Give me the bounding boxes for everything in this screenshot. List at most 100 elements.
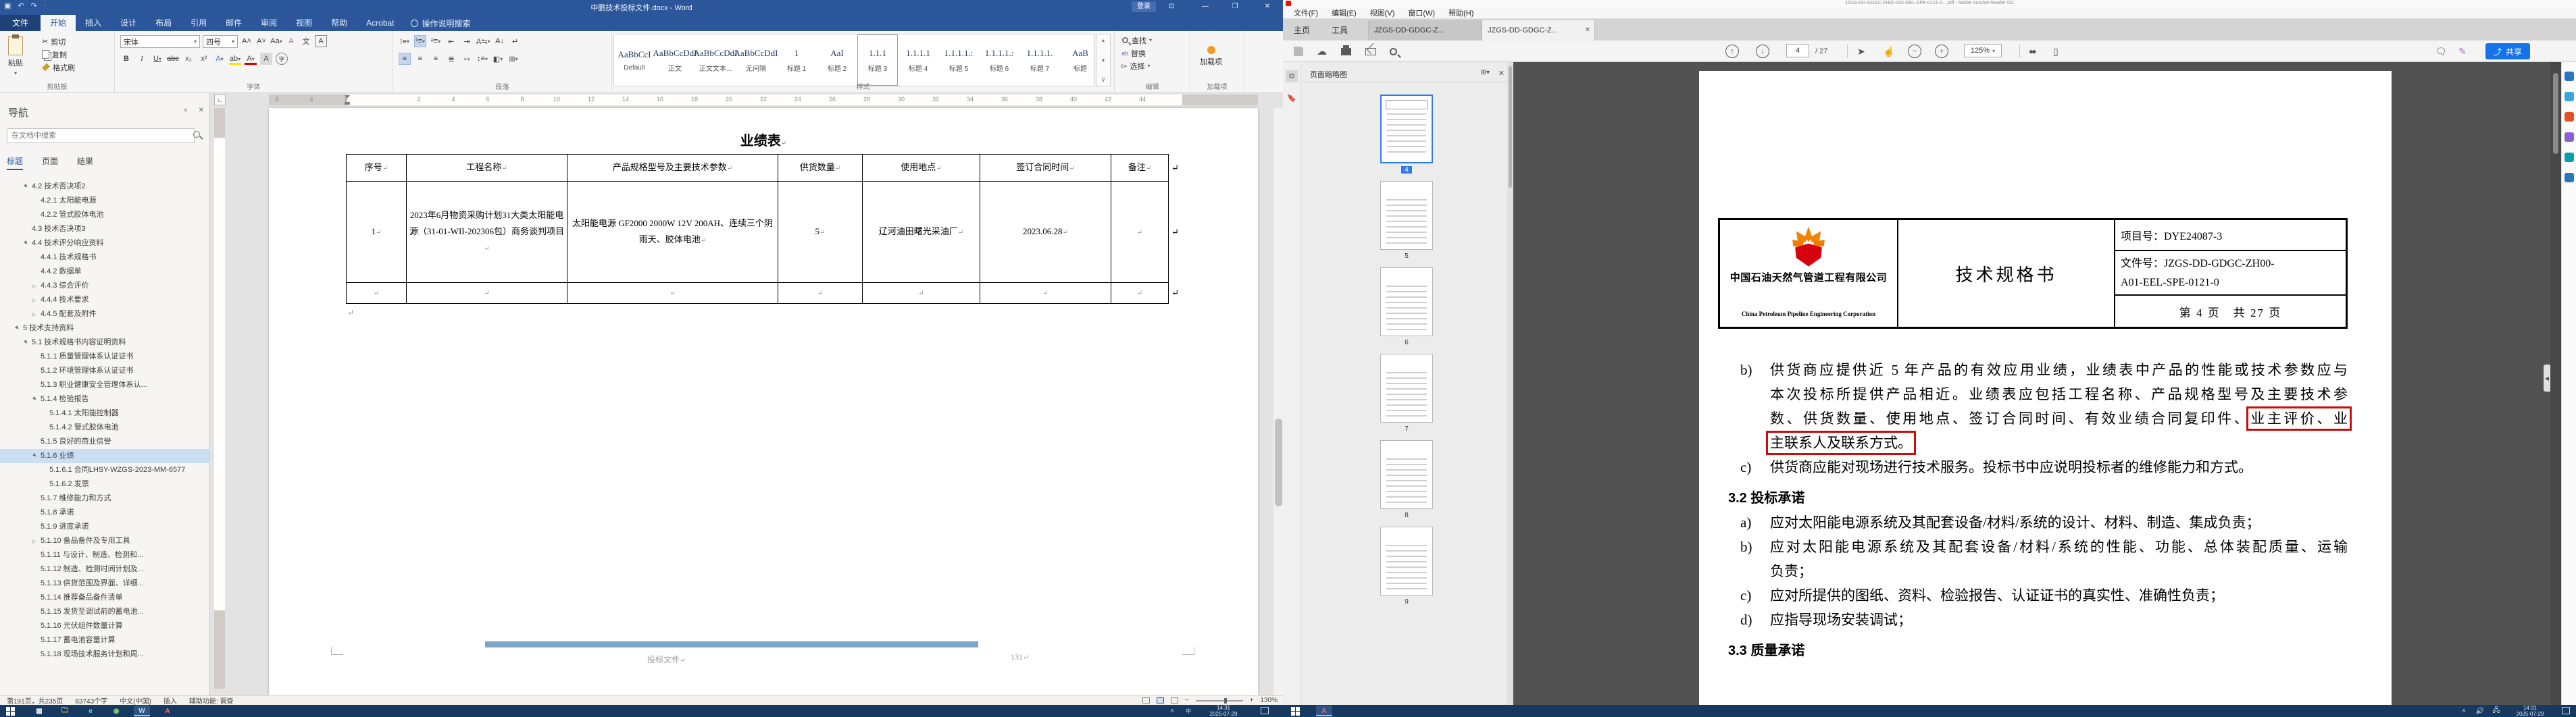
nav-options-icon[interactable]: ˅ [184,107,188,114]
nav-tree-item[interactable]: 4.3 技术否决项3 [0,222,209,236]
nav-close-icon[interactable]: ✕ [199,107,204,114]
table-header-cell[interactable]: 供货数量↵ [778,154,863,182]
select-tool-icon[interactable]: ➤ [1857,44,1865,59]
table-cell[interactable]: ↵ [1111,282,1169,304]
addins-button[interactable]: 加载项 [1194,32,1228,80]
superscript-button[interactable]: x² [198,53,210,65]
ribbon-tab-布局[interactable]: 布局 [146,15,181,31]
ribbon-tab-设计[interactable]: 设计 [111,15,146,31]
vertical-ruler[interactable] [214,108,225,689]
nav-tab-结果[interactable]: 结果 [77,155,93,170]
minimize-button[interactable]: — [1195,0,1215,14]
nav-tree-item[interactable]: 5.1.4.1 太阳能控制器 [0,406,209,421]
nav-tree-item[interactable]: ▶ 5 技术支持资料 [0,321,209,336]
print-layout-icon[interactable] [1156,697,1164,703]
font-color-button[interactable]: A ▾ [245,53,257,65]
nav-tree-item[interactable]: 5.1.17 蓄电池容量计算 [0,633,209,647]
tray-expand-icon-2[interactable]: ˄ [2459,706,2469,716]
nav-tree-item[interactable]: 5.1.13 供货范围及界面、详细... [0,577,209,591]
nav-tree-item[interactable]: 5.1.9 进度承诺 [0,520,209,534]
decrease-indent-button[interactable]: ⇤ [445,35,457,47]
asian-layout-button[interactable]: A⇋ ▾ [476,35,490,47]
print-icon[interactable] [1341,44,1351,59]
style-无间隔[interactable]: AaBbCcDdI 无间隔 [734,34,778,86]
document-tab[interactable]: JZGS-DD-GDGC-Z... ✕ [1482,20,1596,41]
style-正文[interactable]: AaBbCcDdI 正文 [653,34,697,86]
table-cell[interactable]: ↵ [1111,181,1169,283]
tree-toggle-icon[interactable]: ▶ [20,237,34,250]
nav-tree-item[interactable]: 5.1.16 光伏组件数量计算 [0,619,209,633]
pdf-scrollbar-thumb[interactable] [2553,73,2558,154]
action-center-icon-2[interactable] [2562,707,2570,714]
style-标题 6[interactable]: 1.1.1.1.: 标题 6 [979,34,1019,86]
nav-tree-item[interactable]: 4.4.2 数据单 [0,265,209,279]
language-status[interactable]: 中文(中国) [120,695,151,706]
tree-toggle-icon[interactable]: ▶ [28,393,43,406]
table-header-cell[interactable]: 备注↵ [1111,154,1169,182]
zoom-in-icon[interactable]: + [1250,697,1254,704]
table-header-cell[interactable]: 签订合同时间↵ [980,154,1111,182]
style-gallery-arrows[interactable]: ▴ ▾ ⊽ [1096,34,1111,86]
zoom-level-combo[interactable]: 125% ▾ [1964,44,2002,57]
italic-button[interactable]: I [136,53,148,65]
page-thumbnails-icon[interactable]: ⧉ [1286,70,1298,82]
clock-left[interactable]: 14:31 2025-07-29 [1203,705,1244,717]
mail-icon[interactable] [1365,44,1376,59]
page-thumbnail-9[interactable] [1380,527,1433,595]
read-mode-icon[interactable] [1142,697,1150,703]
table-cell[interactable]: ↵ [346,282,407,304]
nav-tree-item[interactable]: ▷ 4.4.5 配套及附件 [0,307,209,321]
login-button[interactable]: 登录 [1132,1,1156,12]
change-case-button[interactable]: Aa ▾ [270,35,282,47]
nav-tree-item[interactable]: 5.1.15 发货至调试前的蓄电池... [0,605,209,619]
table-cell[interactable]: ↵ [862,282,980,304]
ribbon-tab-视图[interactable]: 视图 [286,15,322,31]
tab-close-icon[interactable]: ✕ [1585,20,1590,41]
fill-sign-icon[interactable] [2565,173,2574,182]
table-header-cell[interactable]: 序号↵ [346,154,407,182]
share-button[interactable]: ⤴ 共享 [2485,43,2531,59]
ribbon-tab-开始[interactable]: 开始 [41,15,76,31]
strikethrough-button[interactable]: abc [167,53,179,65]
font-name-combo[interactable]: 宋体 ▾ [120,35,200,48]
nav-tree-item[interactable]: 5.1.6.1 合同LHSY-WZGS-2023-MM-6577 [0,463,209,477]
task-view-icon[interactable]: ▦ [31,706,47,716]
line-spacing-button[interactable]: ↕≡ ▾ [476,53,488,65]
ribbon-tab-邮件[interactable]: 邮件 [216,15,251,31]
next-page-button[interactable]: ↓ [1756,44,1769,59]
page-count-status[interactable]: 第191页，共235页 [7,695,63,706]
accessibility-status[interactable]: 辅助功能: 调查 [189,695,234,706]
table-cell[interactable]: ↵ [567,282,778,304]
nav-tree-item[interactable]: 5.1.7 维修能力和方式 [0,492,209,506]
tools-pane-toggle[interactable]: ◀ [2544,365,2550,392]
search-icon[interactable] [193,131,200,138]
nav-tree-item[interactable]: ▷ 4.4.3 综合评价 [0,279,209,293]
document-scrollbar[interactable] [1273,108,1283,695]
panel-scrollbar[interactable] [1507,62,1513,705]
ribbon-tab-Acrobat[interactable]: Acrobat [357,15,403,31]
style-标题 1[interactable]: 1 标题 1 [776,34,817,86]
restore-button[interactable]: ❐ [1225,0,1245,14]
justify-button[interactable]: ≣ [445,53,457,65]
replace-button[interactable]: ab 替换 [1121,47,1152,59]
insert-mode-status[interactable]: 插入 [163,695,177,706]
align-left-button[interactable]: ≡ [399,53,411,65]
nav-tree-item[interactable]: ▶ 5.1.6 业绩 [0,449,209,463]
close-button[interactable]: ✕ [1257,0,1278,14]
comment-icon[interactable]: 🗨 [2435,44,2447,59]
create-pdf-icon[interactable] [2565,92,2574,101]
edit-pdf-icon[interactable] [2565,112,2574,122]
table-cell[interactable]: 辽河油田曙光采油厂↵ [862,181,980,283]
page-thumbnail-6[interactable] [1380,267,1433,336]
zoom-slider[interactable] [1195,697,1243,703]
tray-expand-icon[interactable]: ˄ [1167,706,1177,716]
page-thumbnail-4[interactable] [1380,95,1433,163]
page-number-input[interactable]: 4 [1786,44,1809,57]
multilevel-list-button[interactable]: ᵃ≡ ▾ [430,35,442,47]
zoom-in-icon[interactable]: + [1935,44,1948,59]
tree-toggle-icon[interactable]: ▷ [32,294,39,307]
style-Default[interactable]: AaBbCcI Default [614,34,655,86]
table-cell[interactable]: 5↵ [778,181,863,283]
menu-编辑(E)[interactable]: 编辑(E) [1326,7,1362,18]
horizontal-ruler[interactable]: 6 4 2 2 4 6 8 10 12 14 16 18 20 22 24 26 28 30 32 34 36 38 40 4… [269,95,1258,105]
